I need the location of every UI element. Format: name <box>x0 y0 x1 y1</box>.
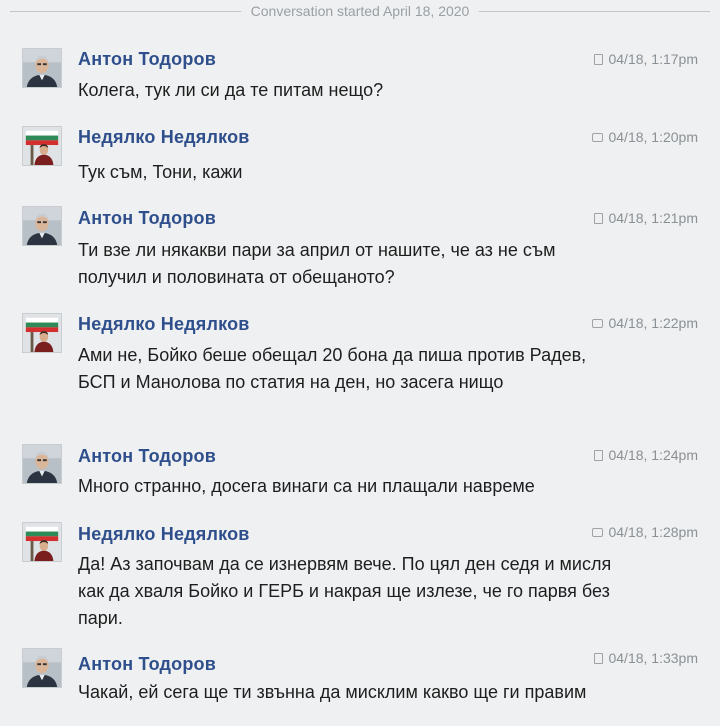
chat-icon <box>592 132 604 142</box>
man-with-flag-avatar <box>23 127 61 165</box>
man-with-flag-avatar <box>23 523 61 561</box>
document-icon <box>594 652 604 664</box>
message-text: Да! Аз започвам да се изнервям вече. По … <box>78 554 612 628</box>
document-icon <box>594 212 604 224</box>
divider-left <box>10 10 241 12</box>
message-timestamp: 04/18, 1:22pm <box>592 315 698 331</box>
sender-name[interactable]: Антон Тодоров <box>78 49 216 70</box>
man-gray-hair-avatar <box>23 49 61 87</box>
avatar[interactable] <box>22 48 62 88</box>
sender-name[interactable]: Антон Тодоров <box>78 446 216 467</box>
sender-name[interactable]: Недялко Недялков <box>78 314 250 335</box>
avatar[interactable] <box>22 126 62 166</box>
chat-icon <box>592 318 604 328</box>
message-text: Колега, тук ли си да те питам нещо? <box>78 80 384 100</box>
avatar[interactable] <box>22 206 62 246</box>
sender-name[interactable]: Недялко Недялков <box>78 127 250 148</box>
message-timestamp: 04/18, 1:21pm <box>594 210 698 226</box>
document-icon <box>594 449 604 461</box>
sender-name[interactable]: Антон Тодоров <box>78 208 216 229</box>
message-timestamp: 04/18, 1:28pm <box>592 524 698 540</box>
chat-icon <box>592 527 604 537</box>
conversation-start-label: Conversation started April 18, 2020 <box>250 3 470 19</box>
man-gray-hair-avatar <box>23 445 61 483</box>
message-timestamp: 04/18, 1:33pm <box>594 650 698 666</box>
message-text: Ами не, Бойко беше обещал 20 бона да пиш… <box>78 345 587 392</box>
message-timestamp: 04/18, 1:20pm <box>592 129 698 145</box>
timestamp-text: 04/18, 1:33pm <box>608 650 698 666</box>
document-icon <box>594 53 604 65</box>
timestamp-text: 04/18, 1:21pm <box>608 210 698 226</box>
message-text: Много странно, досега винаги са ни плаща… <box>78 476 535 496</box>
conversation-header: Conversation started April 18, 2020 <box>0 0 720 22</box>
message-timestamp: 04/18, 1:17pm <box>594 51 698 67</box>
man-gray-hair-avatar <box>23 649 61 687</box>
divider-right <box>479 10 711 12</box>
message-text: Тук съм, Тони, кажи <box>78 162 243 182</box>
avatar[interactable] <box>22 444 62 484</box>
timestamp-text: 04/18, 1:28pm <box>608 524 698 540</box>
avatar[interactable] <box>22 313 62 353</box>
avatar[interactable] <box>22 522 62 562</box>
timestamp-text: 04/18, 1:17pm <box>608 51 698 67</box>
avatar[interactable] <box>22 648 62 688</box>
message-timestamp: 04/18, 1:24pm <box>594 447 698 463</box>
man-with-flag-avatar <box>23 314 61 352</box>
timestamp-text: 04/18, 1:24pm <box>608 447 698 463</box>
sender-name[interactable]: Недялко Недялков <box>78 524 250 545</box>
man-gray-hair-avatar <box>23 207 61 245</box>
sender-name[interactable]: Антон Тодоров <box>78 654 216 675</box>
timestamp-text: 04/18, 1:22pm <box>608 315 698 331</box>
message-text: Ти взе ли някакви пари за април от нашит… <box>78 240 556 287</box>
timestamp-text: 04/18, 1:20pm <box>608 129 698 145</box>
message-text: Чакай, ей сега ще ти звънна да мисклим к… <box>78 682 587 702</box>
